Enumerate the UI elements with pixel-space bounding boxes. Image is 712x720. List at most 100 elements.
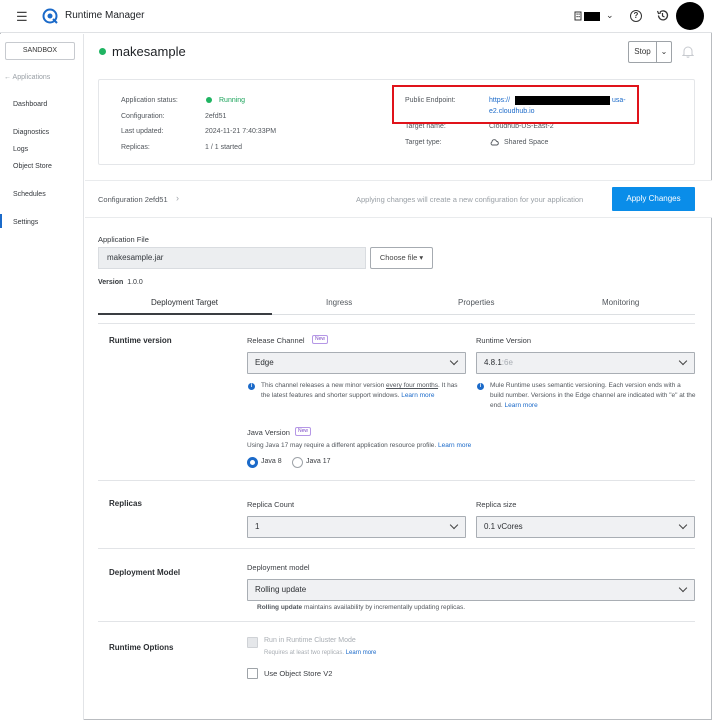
cloud-icon <box>490 139 499 146</box>
sidebar-item-logs[interactable]: Logs <box>13 146 28 153</box>
chevron-down-icon <box>678 583 688 593</box>
running-status-dot <box>206 97 212 103</box>
runtime-version-label: Runtime Version <box>476 336 532 345</box>
chevron-down-icon <box>449 356 459 366</box>
info-icon: i <box>477 383 484 390</box>
release-channel-value: Edge <box>255 358 274 367</box>
every-four-months-text: every four months <box>386 382 439 389</box>
runtime-version-help: Mule Runtime uses semantic versioning. E… <box>490 381 696 411</box>
highlight-box <box>392 85 639 124</box>
sidebar-item-schedules[interactable]: Schedules <box>13 191 46 198</box>
chevron-down-icon[interactable]: ⌄ <box>606 10 614 21</box>
runtime-version-select[interactable]: 4.8.1:6e <box>476 352 695 374</box>
deployment-model-help: Rolling update maintains availability by… <box>257 603 465 613</box>
redacted-org-name <box>584 12 600 21</box>
application-name: makesample <box>112 44 186 59</box>
info-icon: i <box>248 383 255 390</box>
history-icon[interactable] <box>656 9 669 22</box>
cluster-mode-checkbox <box>247 637 258 648</box>
target-type-label: Target type: <box>405 139 442 146</box>
replicas-section <box>98 481 695 549</box>
runtime-version-suffix: :6e <box>501 358 513 367</box>
replica-size-value: 0.1 vCores <box>484 522 523 531</box>
replica-count-select[interactable]: 1 <box>247 516 466 538</box>
deployment-model-title: Deployment Model <box>109 568 181 577</box>
cluster-mode-label: Run in Runtime Cluster Mode <box>264 637 356 644</box>
apply-changes-button[interactable]: Apply Changes <box>612 187 695 211</box>
active-tab-indicator <box>98 313 272 315</box>
help-text-part: Using Java 17 may require a different ap… <box>247 442 439 449</box>
last-updated-value: 2024-11-21 7:40:33PM <box>205 128 277 135</box>
version-line: Version 1.0.0 <box>98 279 143 286</box>
app-title: Runtime Manager <box>65 10 145 21</box>
help-text-part: Requires at least two replicas. <box>264 650 346 656</box>
runtime-options-title: Runtime Options <box>109 643 174 652</box>
back-to-applications-link[interactable]: ← Applications <box>4 74 50 81</box>
java-17-radio[interactable] <box>292 457 303 468</box>
version-label: Version <box>98 279 124 286</box>
configuration-selector[interactable]: Configuration 2efd51 <box>98 195 168 204</box>
object-store-v2-checkbox[interactable] <box>247 668 258 679</box>
target-name-label: Target name: <box>405 123 446 130</box>
avatar[interactable] <box>676 2 704 30</box>
release-channel-label: Release Channel <box>247 336 305 345</box>
target-name-value: Cloudhub-US-East-2 <box>489 123 554 130</box>
deployment-model-label: Deployment model <box>247 563 310 572</box>
replicas-title: Replicas <box>109 499 142 508</box>
version-value: 1.0.0 <box>127 279 143 286</box>
learn-more-link[interactable]: Learn more <box>438 442 471 449</box>
replica-size-select[interactable]: 0.1 vCores <box>476 516 695 538</box>
stop-menu-chevron-icon[interactable]: ⌄ <box>657 41 672 63</box>
runtime-version-value: 4.8.1 <box>484 358 502 367</box>
chevron-down-icon <box>678 356 688 366</box>
status-label: Application status: <box>121 97 178 104</box>
stop-button[interactable]: Stop <box>628 41 657 63</box>
help-icon[interactable]: ? <box>630 10 642 22</box>
cluster-mode-help: Requires at least two replicas. Learn mo… <box>264 648 376 658</box>
application-file-label: Application File <box>98 235 149 244</box>
sidebar-active-indicator <box>0 214 2 228</box>
bell-icon[interactable] <box>682 45 694 58</box>
sidebar-item-object-store[interactable]: Object Store <box>13 163 52 170</box>
chevron-right-icon[interactable]: › <box>176 193 179 203</box>
choose-file-button[interactable]: Choose file ▾ <box>370 247 433 269</box>
runtime-manager-logo-icon <box>42 8 58 24</box>
tab-monitoring[interactable]: Monitoring <box>602 298 639 307</box>
sidebar: SANDBOX ← Applications Dashboard Diagnos… <box>0 34 84 720</box>
learn-more-link[interactable]: Learn more <box>346 650 377 656</box>
sidebar-item-diagnostics[interactable]: Diagnostics <box>13 129 49 136</box>
deployment-model-select[interactable]: Rolling update <box>247 579 695 601</box>
target-type-value: Shared Space <box>504 139 549 146</box>
status-value: Running <box>219 97 246 104</box>
learn-more-link[interactable]: Learn more <box>504 402 537 409</box>
new-badge: New <box>295 427 312 436</box>
new-badge: New <box>312 335 329 344</box>
apply-changes-note: Applying changes will create a new confi… <box>356 195 584 204</box>
configuration-value: 2efd51 <box>205 113 227 120</box>
object-store-v2-label: Use Object Store V2 <box>264 669 333 678</box>
last-updated-label: Last updated: <box>121 128 164 135</box>
tab-deployment-target[interactable]: Deployment Target <box>151 298 218 307</box>
chevron-down-icon <box>678 520 688 530</box>
release-channel-help: This channel releases a new minor versio… <box>261 381 468 401</box>
tab-ingress[interactable]: Ingress <box>326 298 352 307</box>
sidebar-item-dashboard[interactable]: Dashboard <box>13 101 47 108</box>
configuration-label: Configuration: <box>121 113 165 120</box>
application-file-field[interactable]: makesample.jar <box>98 247 366 269</box>
learn-more-link[interactable]: Learn more <box>401 392 434 399</box>
java-17-label: Java 17 <box>306 458 331 465</box>
replica-count-value: 1 <box>255 522 260 531</box>
replica-size-label: Replica size <box>476 500 517 509</box>
release-channel-select[interactable]: Edge <box>247 352 466 374</box>
java-8-radio[interactable] <box>247 457 258 468</box>
java-version-help: Using Java 17 may require a different ap… <box>247 441 471 451</box>
help-text-part: maintains availability by incrementally … <box>302 604 466 611</box>
tab-properties[interactable]: Properties <box>458 298 494 307</box>
java-version-label: Java Version <box>247 428 290 437</box>
replica-count-label: Replica Count <box>247 500 295 509</box>
hamburger-icon[interactable]: ☰ <box>16 9 28 25</box>
runtime-version-title: Runtime version <box>109 336 172 345</box>
sidebar-item-settings[interactable]: Settings <box>13 219 38 226</box>
business-group-icon[interactable] <box>574 11 584 21</box>
environment-button[interactable]: SANDBOX <box>5 42 75 60</box>
